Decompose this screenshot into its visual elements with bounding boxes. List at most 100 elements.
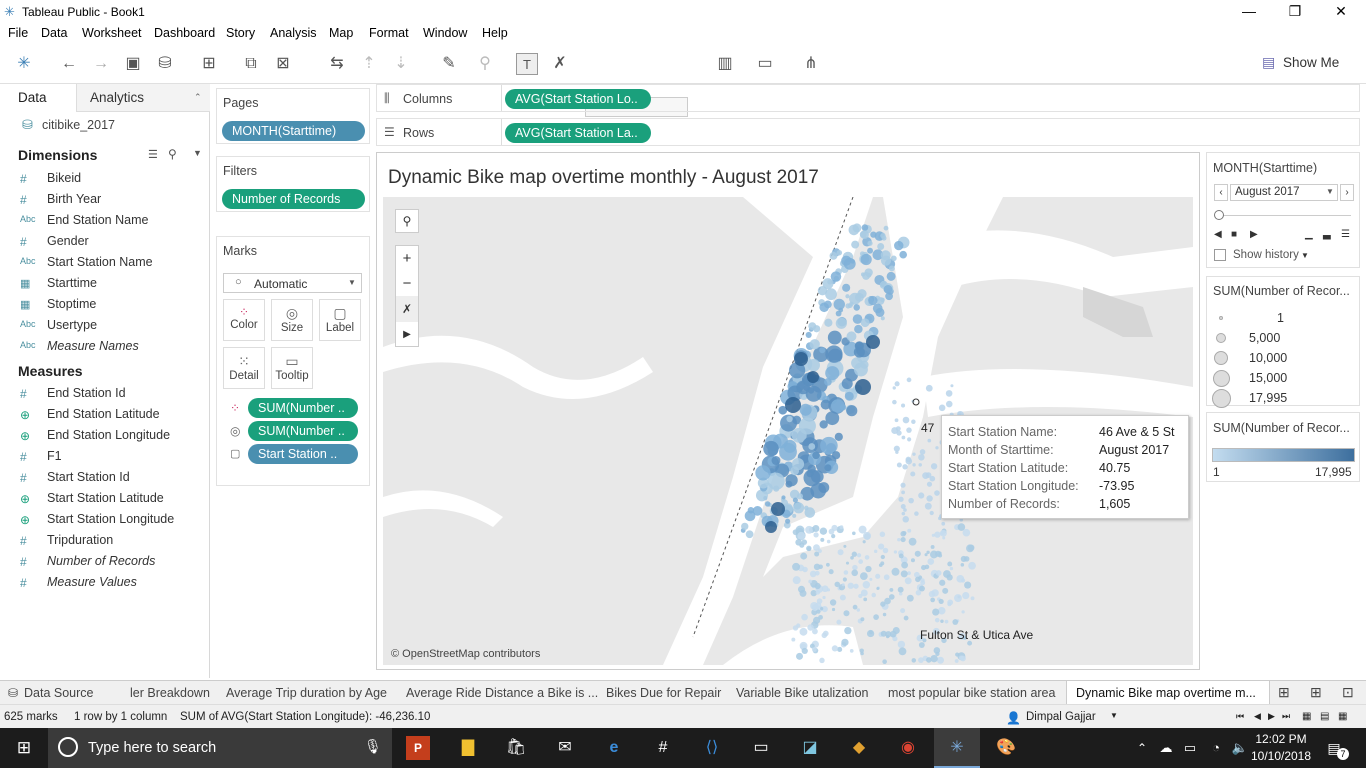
station-dot[interactable]: [795, 539, 802, 546]
station-dot[interactable]: [804, 505, 809, 511]
show-sheet-sorter-icon[interactable]: ▦: [1338, 711, 1347, 722]
station-dot[interactable]: [773, 485, 780, 492]
station-dot[interactable]: [839, 525, 844, 530]
station-dot[interactable]: [934, 490, 940, 496]
station-dot[interactable]: [886, 271, 896, 281]
station-dot[interactable]: [908, 537, 917, 546]
field-item[interactable]: # Birth Year: [0, 190, 200, 210]
station-dot[interactable]: [962, 591, 970, 600]
station-dot[interactable]: [866, 335, 880, 349]
highlight-icon[interactable]: ✎: [438, 53, 460, 75]
station-dot[interactable]: [801, 613, 808, 621]
station-dot[interactable]: [785, 397, 801, 413]
station-dot[interactable]: [869, 577, 873, 581]
station-dot[interactable]: [845, 561, 850, 565]
card-toggle-icon[interactable]: ▥: [714, 53, 736, 75]
tab-data[interactable]: Data: [18, 90, 47, 105]
station-dot[interactable]: [862, 581, 871, 589]
rows-pill[interactable]: AVG(Start Station La..: [505, 123, 651, 143]
station-dot[interactable]: [882, 547, 889, 554]
swap-icon[interactable]: ⇆: [326, 53, 348, 75]
station-dot[interactable]: [785, 474, 798, 487]
station-dot[interactable]: [755, 465, 771, 481]
station-dot[interactable]: [870, 231, 877, 238]
station-dot[interactable]: [863, 597, 868, 602]
station-dot[interactable]: [841, 638, 849, 646]
first-sheet-icon[interactable]: ⏮: [1236, 711, 1244, 722]
station-dot[interactable]: [814, 582, 821, 590]
station-dot[interactable]: [825, 411, 840, 426]
station-dot[interactable]: [854, 324, 863, 334]
new-worksheet-icon[interactable]: ⊞: [198, 53, 220, 75]
tooltip-button[interactable]: ▭ Tooltip: [271, 347, 313, 389]
field-item[interactable]: ▦ Stoptime: [0, 295, 200, 315]
station-dot[interactable]: [934, 617, 940, 623]
field-item[interactable]: ⊕ Start Station Latitude: [0, 489, 200, 509]
station-dot[interactable]: [910, 558, 915, 563]
field-item[interactable]: Abc Usertype: [0, 316, 200, 336]
station-dot[interactable]: [816, 609, 821, 614]
station-dot[interactable]: [825, 345, 843, 363]
station-dot[interactable]: [846, 331, 857, 342]
field-item[interactable]: # Gender: [0, 232, 200, 252]
station-dot[interactable]: [771, 502, 785, 516]
station-dot[interactable]: [842, 577, 847, 582]
station-dot[interactable]: [745, 530, 754, 539]
station-dot[interactable]: [878, 543, 885, 550]
station-dot[interactable]: [834, 581, 841, 588]
file-explorer-icon[interactable]: ▇: [456, 736, 480, 760]
menu-data[interactable]: Data: [41, 26, 67, 40]
station-dot[interactable]: [850, 259, 855, 264]
station-dot[interactable]: [833, 298, 845, 311]
station-dot[interactable]: [889, 588, 894, 592]
station-dot[interactable]: [794, 352, 808, 366]
station-dot[interactable]: [867, 247, 874, 254]
station-dot[interactable]: [950, 384, 954, 388]
station-dot[interactable]: [930, 545, 935, 549]
presentation-icon[interactable]: ▭: [754, 53, 776, 75]
datasource-name[interactable]: citibike_2017: [42, 118, 115, 132]
field-item[interactable]: # Tripduration: [0, 531, 200, 551]
station-dot[interactable]: [924, 502, 932, 510]
station-dot[interactable]: [895, 450, 899, 454]
station-dot[interactable]: [829, 599, 837, 606]
station-dot[interactable]: [819, 657, 825, 664]
station-dot[interactable]: [902, 516, 910, 523]
station-dot[interactable]: [930, 597, 936, 603]
tab-sheet[interactable]: Average Trip duration by Age: [226, 686, 387, 700]
station-dot[interactable]: [894, 240, 904, 251]
station-dot[interactable]: [853, 362, 868, 377]
station-dot[interactable]: [949, 566, 954, 571]
station-dot[interactable]: [914, 550, 921, 557]
station-dot[interactable]: [799, 589, 807, 597]
station-dot[interactable]: [940, 529, 947, 537]
station-dot[interactable]: [845, 303, 851, 309]
station-dot[interactable]: [752, 506, 763, 516]
list-view-icon[interactable]: ☰: [148, 148, 158, 161]
station-dot[interactable]: [911, 419, 916, 424]
windows-start-icon[interactable]: ⊞: [12, 736, 36, 760]
station-dot[interactable]: [897, 537, 901, 542]
station-dot[interactable]: [860, 253, 872, 266]
station-dot[interactable]: [877, 243, 885, 250]
show-history-checkbox[interactable]: [1214, 249, 1226, 261]
station-dot[interactable]: [918, 492, 925, 499]
station-dot[interactable]: [867, 240, 873, 246]
field-item[interactable]: # Start Station Id: [0, 468, 200, 488]
station-dot[interactable]: [945, 390, 953, 397]
field-item[interactable]: ⊕ Start Station Longitude: [0, 510, 200, 530]
volume-icon[interactable]: 🔈: [1228, 736, 1252, 760]
station-dot[interactable]: [861, 224, 869, 231]
station-dot[interactable]: [819, 527, 828, 535]
station-dot[interactable]: [930, 463, 938, 470]
station-dot[interactable]: [800, 552, 808, 560]
station-dot[interactable]: [907, 528, 912, 533]
station-dot[interactable]: [851, 551, 858, 557]
station-dot[interactable]: [828, 569, 834, 575]
station-dot[interactable]: [853, 304, 860, 311]
store-icon[interactable]: 🛍: [504, 736, 528, 760]
station-dot[interactable]: [928, 590, 936, 598]
station-dot[interactable]: [812, 451, 820, 460]
speed-slow-icon[interactable]: ▁: [1305, 229, 1313, 240]
dev-tool-icon[interactable]: ◆: [847, 736, 871, 760]
